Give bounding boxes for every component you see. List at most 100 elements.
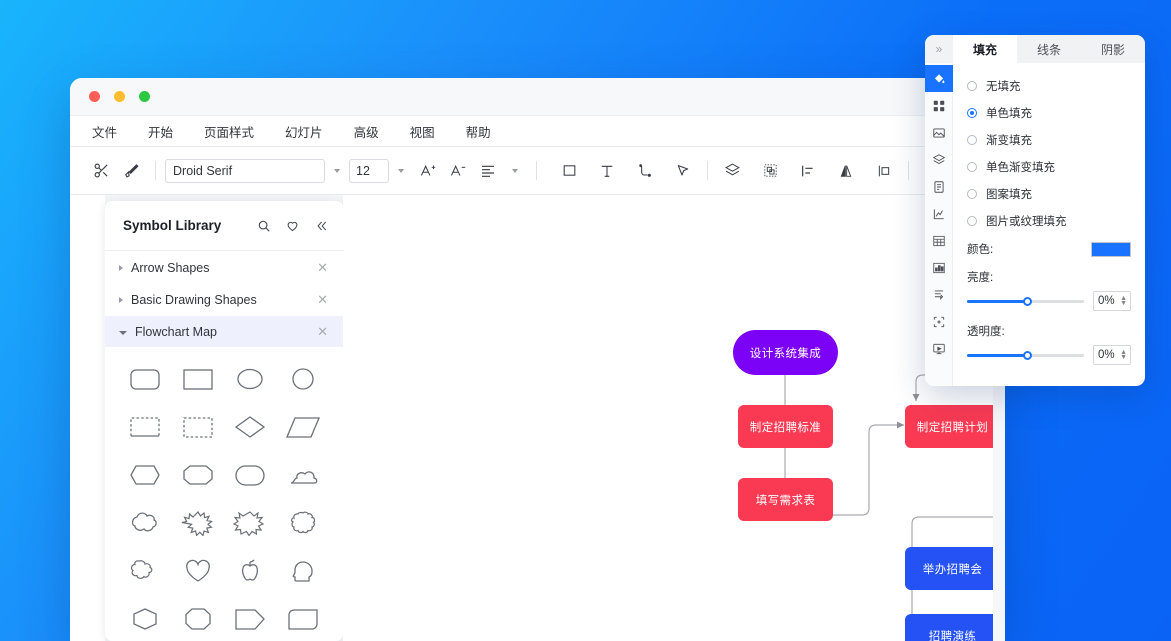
tab-line[interactable]: 线条 xyxy=(1017,35,1081,63)
maximize-window-button[interactable] xyxy=(139,91,150,102)
close-icon[interactable]: ✕ xyxy=(317,261,328,274)
font-size-chevron-down-icon[interactable] xyxy=(398,168,404,173)
menu-slideshow[interactable]: 幻灯片 xyxy=(285,122,323,141)
document-icon[interactable] xyxy=(925,173,953,200)
collapse-icon[interactable] xyxy=(314,219,328,233)
tab-fill[interactable]: 填充 xyxy=(953,35,1017,63)
radio-picture-texture-fill[interactable]: 图片或纹理填充 xyxy=(967,207,1131,234)
flowchart-node-recruit-standard[interactable]: 制定招聘标准 xyxy=(738,405,833,448)
category-flowchart-map[interactable]: Flowchart Map ✕ xyxy=(105,316,343,347)
radio-mono-gradient-fill[interactable]: 单色渐变填充 xyxy=(967,153,1131,180)
brightness-slider[interactable] xyxy=(967,296,1084,306)
pentagon-arrow-shape[interactable] xyxy=(224,599,277,639)
cloud-shape[interactable] xyxy=(277,455,330,495)
brightness-stepper[interactable]: 0% ▲ ▼ xyxy=(1093,291,1131,311)
menu-file[interactable]: 文件 xyxy=(92,122,117,141)
starburst-shape[interactable] xyxy=(172,503,225,543)
menu-page-style[interactable]: 页面样式 xyxy=(204,122,254,141)
connector-icon[interactable] xyxy=(630,156,660,186)
close-window-button[interactable] xyxy=(89,91,100,102)
scatter-icon[interactable] xyxy=(925,308,953,335)
apple-shape[interactable] xyxy=(224,551,277,591)
transparency-row: 透明度: xyxy=(967,323,1131,339)
hexagon-flat-shape[interactable] xyxy=(119,455,172,495)
diamond-shape[interactable] xyxy=(224,407,277,447)
tab-shadow[interactable]: 阴影 xyxy=(1081,35,1145,63)
close-icon[interactable]: ✕ xyxy=(317,293,328,306)
search-icon[interactable] xyxy=(257,219,271,233)
radio-solid-fill[interactable]: 单色填充 xyxy=(967,99,1131,126)
font-family-chevron-down-icon[interactable] xyxy=(334,168,340,173)
text-align-chevron-down-icon[interactable] xyxy=(512,168,518,173)
fill-bucket-icon[interactable] xyxy=(925,65,953,92)
category-arrow-shapes[interactable]: Arrow Shapes ✕ xyxy=(105,252,343,283)
rectangle-shape-icon[interactable] xyxy=(554,156,584,186)
ellipse-shape[interactable] xyxy=(224,359,277,399)
flowchart-canvas[interactable]: 设计系统集成 制定招聘标准 填写需求表 制定招聘计划 举办招聘会 招聘演练 xyxy=(343,195,993,641)
menu-help[interactable]: 帮助 xyxy=(466,122,491,141)
radio-no-fill[interactable]: 无填充 xyxy=(967,72,1131,99)
transparency-stepper[interactable]: 0% ▲ ▼ xyxy=(1093,345,1131,365)
stepper-arrows-icon[interactable]: ▲ ▼ xyxy=(1120,295,1127,307)
image-icon[interactable] xyxy=(925,119,953,146)
circle-shape[interactable] xyxy=(277,359,330,399)
head-profile-shape[interactable] xyxy=(277,551,330,591)
text-box-icon[interactable] xyxy=(592,156,622,186)
layers-icon[interactable] xyxy=(925,146,953,173)
scalloped-circle-shape[interactable] xyxy=(277,503,330,543)
text-align-icon[interactable] xyxy=(473,156,503,186)
flowchart-node-recruit-plan[interactable]: 制定招聘计划 xyxy=(905,405,993,448)
explosion-shape[interactable] xyxy=(224,503,277,543)
slider-handle[interactable] xyxy=(1023,350,1033,360)
hexagon-shape[interactable] xyxy=(119,599,172,639)
grid-icon[interactable] xyxy=(925,92,953,119)
table-icon[interactable] xyxy=(925,227,953,254)
presentation-icon[interactable] xyxy=(925,335,953,362)
position-icon[interactable] xyxy=(869,156,899,186)
panel-collapse-icon[interactable]: » xyxy=(925,35,953,63)
cloud-bumpy-shape[interactable] xyxy=(119,503,172,543)
folded-corner-shape[interactable] xyxy=(277,599,330,639)
minimize-window-button[interactable] xyxy=(114,91,125,102)
menu-view[interactable]: 视图 xyxy=(410,122,435,141)
font-size-select[interactable]: 12 xyxy=(349,158,389,183)
color-swatch[interactable] xyxy=(1091,241,1131,257)
pointer-icon[interactable] xyxy=(668,156,698,186)
favorite-icon[interactable] xyxy=(285,218,300,233)
octagon-shape[interactable] xyxy=(172,599,225,639)
flowchart-node-design-system[interactable]: 设计系统集成 xyxy=(733,330,838,375)
format-painter-icon[interactable] xyxy=(116,156,146,186)
flowchart-node-recruit-drill[interactable]: 招聘演练 xyxy=(905,614,993,641)
stepper-arrows-icon[interactable]: ▲ ▼ xyxy=(1120,349,1127,361)
radio-pattern-fill[interactable]: 图案填充 xyxy=(967,180,1131,207)
rectangle-shape[interactable] xyxy=(172,359,225,399)
flowchart-node-fill-request-form[interactable]: 填写需求表 xyxy=(738,478,833,521)
rounded-rectangle-shape[interactable] xyxy=(119,359,172,399)
transparency-slider[interactable] xyxy=(967,350,1084,360)
layers-icon[interactable] xyxy=(717,156,747,186)
parallelogram-shape[interactable] xyxy=(277,407,330,447)
flag-cloud-shape[interactable] xyxy=(119,551,172,591)
decrease-font-size-icon[interactable] xyxy=(443,156,473,186)
category-basic-drawing-shapes[interactable]: Basic Drawing Shapes ✕ xyxy=(105,284,343,315)
increase-font-size-icon[interactable] xyxy=(413,156,443,186)
scissors-icon[interactable] xyxy=(86,156,116,186)
octagon-flat-shape[interactable] xyxy=(172,455,225,495)
align-left-icon[interactable] xyxy=(793,156,823,186)
menu-home[interactable]: 开始 xyxy=(148,122,173,141)
menu-advanced[interactable]: 高级 xyxy=(354,122,379,141)
heart-shape[interactable] xyxy=(172,551,225,591)
slider-handle[interactable] xyxy=(1023,296,1033,306)
close-icon[interactable]: ✕ xyxy=(317,325,328,338)
flowchart-node-job-fair[interactable]: 举办招聘会 xyxy=(905,547,993,590)
flip-horizontal-icon[interactable] xyxy=(831,156,861,186)
radio-gradient-fill[interactable]: 渐变填充 xyxy=(967,126,1131,153)
group-icon[interactable] xyxy=(755,156,785,186)
dashed-open-rectangle-shape[interactable] xyxy=(119,407,172,447)
chart-icon[interactable] xyxy=(925,200,953,227)
stadium-shape[interactable] xyxy=(224,455,277,495)
dashed-rectangle-shape[interactable] xyxy=(172,407,225,447)
list-icon[interactable] xyxy=(925,281,953,308)
chart-bar-icon[interactable] xyxy=(925,254,953,281)
font-family-select[interactable]: Droid Serif xyxy=(165,158,325,183)
